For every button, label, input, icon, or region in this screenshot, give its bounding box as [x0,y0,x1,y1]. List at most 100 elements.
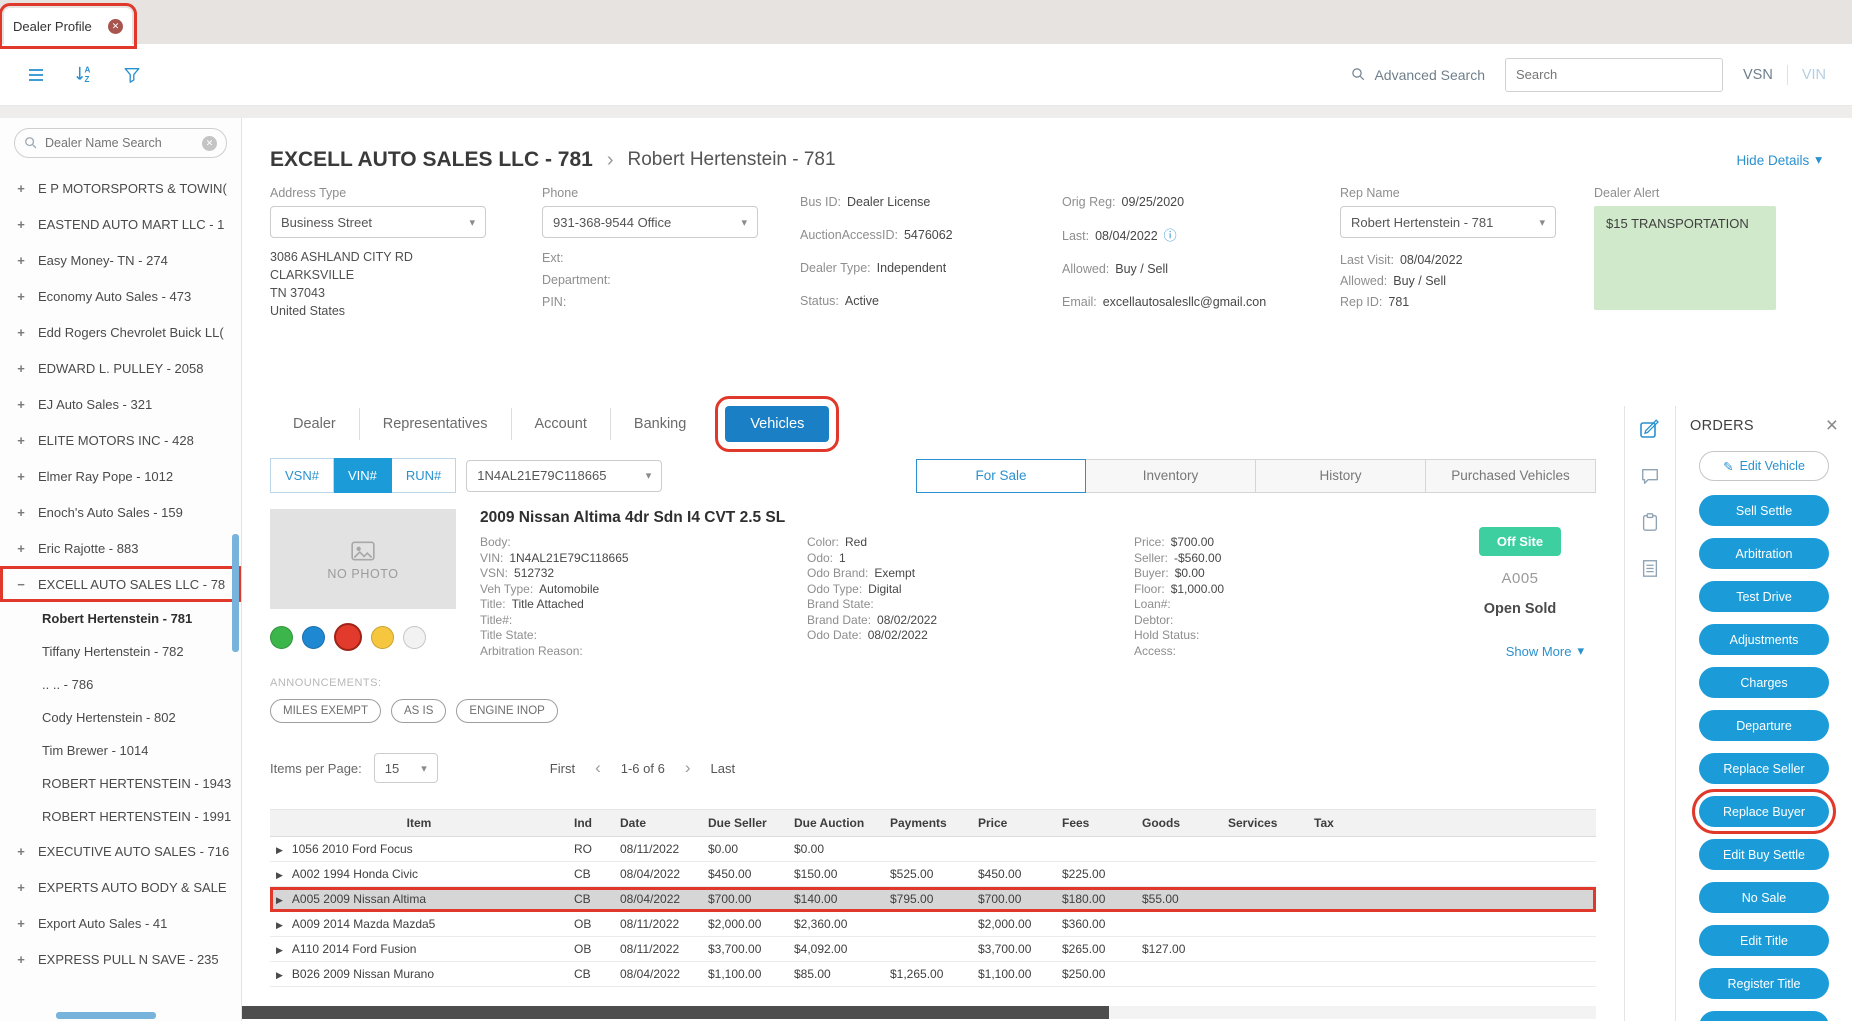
sidebar-dealer-item[interactable]: + EXPRESS PULL N SAVE - 235 [0,941,241,977]
vehicle-row[interactable]: ▶B026 2009 Nissan Murano CB 08/04/2022 $… [270,962,1596,987]
column-header[interactable]: Item [270,810,568,837]
profile-tab[interactable]: Representatives [359,408,511,440]
expand-toggle-icon[interactable]: + [15,541,27,556]
sort-az-icon[interactable]: AZ [74,64,95,85]
sidebar-dealer-item[interactable]: Tiffany Hertenstein - 782 [0,635,241,668]
column-header[interactable]: Tax [1308,810,1366,837]
profile-tab[interactable]: Dealer [270,408,359,440]
tab-close-icon[interactable]: ✕ [108,19,123,34]
sidebar-horizontal-scrollbar[interactable] [56,1012,156,1019]
column-header[interactable]: Services [1222,810,1308,837]
pagination-first[interactable]: First [550,761,575,776]
sidebar-dealer-item[interactable]: + EJ Auto Sales - 321 [0,386,241,422]
sidebar-vertical-scrollbar[interactable] [232,534,239,652]
sidebar-dealer-item[interactable]: + EXPERTS AUTO BODY & SALE [0,869,241,905]
column-header[interactable]: Due Seller [702,810,788,837]
vehicle-row[interactable]: ▶A009 2014 Mazda Mazda5 OB 08/11/2022 $2… [270,912,1596,937]
vin-select[interactable]: 1N4AL21E79C118665 ▾ [466,460,662,492]
orders-action-button[interactable]: Arbitration [1699,538,1829,569]
orders-action-button[interactable]: Sell Settle [1699,495,1829,526]
clipboard-icon[interactable] [1640,512,1660,532]
orders-action-button[interactable]: Departure [1699,710,1829,741]
expand-toggle-icon[interactable]: + [15,217,27,232]
records-icon[interactable] [1640,558,1660,578]
row-expand-icon[interactable]: ▶ [276,970,283,980]
sidebar-dealer-item[interactable]: + Enoch's Auto Sales - 159 [0,494,241,530]
vehicle-light-dot[interactable] [371,626,394,649]
sidebar-dealer-item[interactable]: + EXECUTIVE AUTO SALES - 716 [0,833,241,869]
sidebar-dealer-item[interactable]: − EXCELL AUTO SALES LLC - 78 [0,566,241,602]
vehicle-filter-button[interactable]: History [1256,459,1426,493]
edit-vehicle-button[interactable]: ✎ Edit Vehicle [1699,451,1829,481]
advanced-search-button[interactable]: Advanced Search [1351,67,1485,83]
vehicle-light-dot[interactable] [270,626,293,649]
row-expand-icon[interactable]: ▶ [276,895,283,905]
sidebar-dealer-item[interactable]: Tim Brewer - 1014 [0,734,241,767]
orders-action-button[interactable]: Register Title [1699,968,1829,999]
vehicle-light-dot[interactable] [302,626,325,649]
sidebar-dealer-item[interactable]: + Edd Rogers Chevrolet Buick LL( [0,314,241,350]
address-type-select[interactable]: Business Street ▾ [270,206,486,238]
edit-notes-icon[interactable] [1639,418,1661,440]
column-header[interactable]: Payments [884,810,972,837]
sidebar-dealer-item[interactable]: + EDWARD L. PULLEY - 2058 [0,350,241,386]
vehicle-light-dot[interactable] [334,623,362,651]
expand-toggle-icon[interactable]: + [15,880,27,895]
rep-name-select[interactable]: Robert Hertenstein - 781 ▾ [1340,206,1556,238]
column-header[interactable]: Price [972,810,1056,837]
orders-action-button[interactable]: Edit Buy Settle [1699,839,1829,870]
page-size-select[interactable]: 15 ▾ [374,753,438,783]
clear-search-icon[interactable]: ✕ [202,136,217,151]
profile-tab[interactable]: Account [511,408,610,440]
sidebar-dealer-item[interactable]: + Extreme Auto Sales - 160 [0,977,241,990]
dealer-search-input[interactable] [45,136,195,150]
expand-toggle-icon[interactable]: + [15,361,27,376]
expand-toggle-icon[interactable]: + [15,397,27,412]
pagination-last[interactable]: Last [711,761,736,776]
expand-toggle-icon[interactable]: + [15,952,27,967]
sidebar-dealer-item[interactable]: + Export Auto Sales - 41 [0,905,241,941]
sidebar-dealer-item[interactable]: + EASTEND AUTO MART LLC - 1 [0,206,241,242]
comments-icon[interactable] [1640,466,1660,486]
expand-toggle-icon[interactable]: + [15,469,27,484]
column-header[interactable]: Date [614,810,702,837]
sidebar-dealer-item[interactable]: Cody Hertenstein - 802 [0,701,241,734]
profile-tab[interactable]: Banking [610,408,709,440]
profile-tab[interactable]: Vehicles [725,406,829,442]
sidebar-dealer-item[interactable]: Robert Hertenstein - 781 [0,602,241,635]
info-icon[interactable]: ⓘ [1164,219,1177,252]
orders-action-button[interactable]: No Sale [1699,882,1829,913]
row-expand-icon[interactable]: ▶ [276,945,283,955]
expand-toggle-icon[interactable]: + [15,253,27,268]
show-more-link[interactable]: Show More ▾ [1506,643,1584,659]
expand-toggle-icon[interactable]: + [15,433,27,448]
vehicle-row[interactable]: ▶A110 2014 Ford Fusion OB 08/11/2022 $3,… [270,937,1596,962]
vehicle-search-segment[interactable]: RUN# [392,458,456,493]
window-tab-dealer-profile[interactable]: Dealer Profile ✕ [4,8,132,44]
expand-toggle-icon[interactable]: + [15,181,27,196]
search-input[interactable] [1505,58,1723,92]
expand-toggle-icon[interactable]: + [15,325,27,340]
main-horizontal-scrollbar[interactable] [242,1006,1109,1019]
orders-action-button[interactable]: Charges [1699,667,1829,698]
column-header[interactable]: Due Auction [788,810,884,837]
vehicle-row[interactable]: ▶1056 2010 Ford Focus RO 08/11/2022 $0.0… [270,837,1596,862]
row-expand-icon[interactable]: ▶ [276,920,283,930]
sidebar-dealer-item[interactable]: + E P MOTORSPORTS & TOWIN( [0,170,241,206]
menu-icon[interactable] [26,65,46,85]
sidebar-dealer-item[interactable]: + Economy Auto Sales - 473 [0,278,241,314]
vsn-button[interactable]: VSN [1743,67,1773,83]
close-icon[interactable]: × [1826,419,1838,433]
phone-select[interactable]: 931-368-9544 Office ▾ [542,206,758,238]
orders-action-button[interactable]: Replace Seller [1699,753,1829,784]
orders-action-button[interactable]: Replace Buyer [1699,796,1829,827]
vehicle-filter-button[interactable]: For Sale [916,459,1086,493]
vehicle-light-dot[interactable] [403,626,426,649]
sidebar-dealer-item[interactable]: ROBERT HERTENSTEIN - 1991 [0,800,241,833]
column-header[interactable]: Fees [1056,810,1136,837]
column-header[interactable]: Goods [1136,810,1222,837]
orders-action-button[interactable]: Adjustments [1699,624,1829,655]
vin-button[interactable]: VIN [1802,67,1826,83]
sidebar-dealer-item[interactable]: + ELITE MOTORS INC - 428 [0,422,241,458]
sidebar-dealer-item[interactable]: .. .. - 786 [0,668,241,701]
